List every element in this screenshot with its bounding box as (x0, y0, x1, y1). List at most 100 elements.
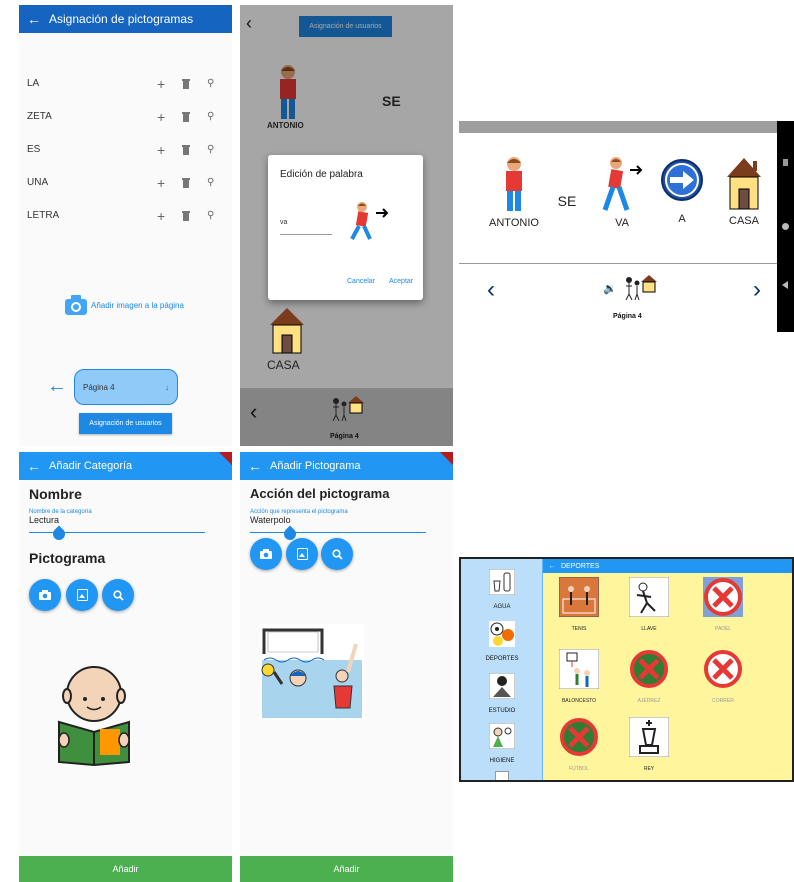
action-input[interactable]: Waterpolo (250, 515, 426, 533)
search-icon[interactable]: ⚲ (207, 144, 232, 155)
back-arrow-icon[interactable]: ← (47, 375, 67, 398)
word-input[interactable]: va (280, 219, 332, 235)
search-icon[interactable]: ⚲ (207, 210, 232, 221)
add-button[interactable]: Añadir (240, 856, 453, 882)
missing-image-icon (560, 718, 598, 756)
delete-icon[interactable] (182, 177, 207, 188)
page-label: Página 4 (330, 433, 359, 440)
panel-phrase-view: ANTONIO SE VA A CASA ‹ 🔉 Página 4 › (459, 121, 794, 332)
word-label: CASA (729, 215, 759, 227)
word-casa: CASA (267, 358, 300, 372)
add-icon[interactable]: + (157, 175, 182, 191)
pictogram-tile[interactable]: REY (628, 717, 670, 775)
nav-back-icon[interactable] (782, 281, 788, 289)
word-list: LA + ⚲ ZETA + ⚲ ES + ⚲ UNA + ⚲ LETRA + ⚲ (19, 67, 232, 232)
panel-anadir-categoria: ← Añadir Categoría Nombre Nombre de la c… (19, 452, 232, 882)
word-row: UNA + ⚲ (19, 166, 232, 199)
back-arrow-icon[interactable]: ← (19, 458, 49, 474)
nav-circle-icon[interactable] (782, 223, 789, 230)
sidebar-item-higiene[interactable]: HIGIENE (481, 723, 523, 767)
add-icon[interactable]: + (157, 142, 182, 158)
word-label: VA (615, 217, 629, 229)
search-icon (331, 548, 343, 560)
app-bar: ← Añadir Categoría (19, 452, 232, 480)
delete-icon[interactable] (182, 78, 207, 89)
image-file-icon (296, 548, 308, 560)
pictogram-tile[interactable]: TENIS (558, 577, 600, 635)
walking-person-icon (350, 202, 389, 240)
search-button[interactable] (102, 579, 134, 611)
basketball-pictogram (559, 649, 599, 689)
sidebar-item-label: AGUA (493, 604, 511, 610)
delete-icon[interactable] (182, 210, 207, 221)
search-icon[interactable]: ⚲ (207, 177, 232, 188)
category-app-bar: ← DEPORTES (543, 559, 792, 573)
sidebar-item-agua[interactable]: AGUA (487, 569, 517, 613)
search-icon (112, 589, 124, 601)
add-icon[interactable]: + (157, 208, 182, 224)
gallery-button[interactable] (286, 538, 318, 570)
page-dropdown[interactable]: Página 4 ↓ (74, 369, 178, 405)
previous-page-icon[interactable]: ‹ (487, 276, 495, 304)
person-pictogram (506, 157, 522, 211)
search-icon[interactable]: ⚲ (207, 78, 232, 89)
tile-label: TENIS (571, 626, 587, 632)
missing-image-icon (630, 650, 668, 688)
camera-icon (260, 549, 272, 559)
pictogram-tile[interactable]: FÚTBOL (558, 717, 600, 775)
search-button[interactable] (321, 538, 353, 570)
system-nav-bar (777, 121, 794, 332)
pictogram-tile[interactable]: BALONCESTO (558, 649, 600, 707)
reading-child-pictogram (58, 666, 130, 766)
word-label: SE (557, 193, 577, 209)
camera-button[interactable] (29, 579, 61, 611)
back-arrow-icon[interactable]: ← (543, 563, 561, 570)
word-tile[interactable]: SE (555, 193, 579, 211)
delete-icon[interactable] (182, 111, 207, 122)
word-label: UNA (27, 177, 49, 188)
search-icon[interactable]: ⚲ (207, 111, 232, 122)
word-tile[interactable]: A (659, 159, 705, 225)
pictogram-tile[interactable]: LLAVE (628, 577, 670, 635)
page-label: Página 4 (613, 313, 642, 320)
nav-square-icon[interactable] (783, 159, 788, 166)
pictogram-tile[interactable]: AJEDREZ (628, 649, 670, 707)
speaker-icon[interactable]: 🔉 (603, 282, 617, 295)
sidebar-item-estudio[interactable]: ESTUDIO (481, 673, 523, 717)
camera-icon (39, 590, 51, 600)
gallery-button[interactable] (66, 579, 98, 611)
delete-icon[interactable] (182, 144, 207, 155)
tennis-pictogram (559, 577, 599, 617)
bottom-nav: ‹ Página 4 (240, 388, 453, 446)
add-icon[interactable]: + (157, 76, 182, 92)
camera-button[interactable] (250, 538, 282, 570)
back-arrow-icon[interactable]: ← (240, 458, 270, 474)
water-bottle-icon (489, 569, 515, 595)
category-sidebar: AGUA DEPORTES ESTUDIO HIGIENE (461, 559, 543, 780)
assign-users-button[interactable]: Asignación de usuarios (79, 413, 172, 434)
family-pictogram-icon (625, 275, 657, 300)
previous-page-icon[interactable]: ‹ (250, 399, 257, 425)
word-tile[interactable]: CASA (721, 155, 767, 229)
back-arrow-icon[interactable]: ← (19, 11, 49, 27)
pictogram-tile[interactable]: CORRER (702, 649, 744, 707)
family-pictogram-icon (332, 396, 364, 421)
sports-balls-icon (489, 621, 515, 647)
word-label: A (678, 213, 686, 225)
panel-edicion-palabra: ‹ Asignación de usuarios ANTONIO SE Edic… (240, 5, 453, 446)
tile-label: LLAVE (641, 626, 657, 632)
cancel-button[interactable]: Cancelar (347, 278, 375, 285)
pictogram-tile[interactable]: PADEL (702, 577, 744, 635)
sidebar-item-label: HIGIENE (489, 758, 515, 764)
sidebar-more-icon[interactable] (495, 771, 509, 780)
accept-button[interactable]: Aceptar (389, 278, 413, 285)
sidebar-item-deportes[interactable]: DEPORTES (481, 621, 523, 665)
next-page-icon[interactable]: › (753, 276, 761, 304)
app-bar-title: Añadir Pictograma (270, 460, 361, 472)
tile-label: FÚTBOL (569, 766, 589, 772)
add-button[interactable]: Añadir (19, 856, 232, 882)
add-image-button[interactable]: Añadir imagen a la página (65, 295, 184, 315)
add-icon[interactable]: + (157, 109, 182, 125)
word-tile[interactable]: ANTONIO (489, 155, 539, 231)
word-tile[interactable]: VA (597, 155, 647, 231)
